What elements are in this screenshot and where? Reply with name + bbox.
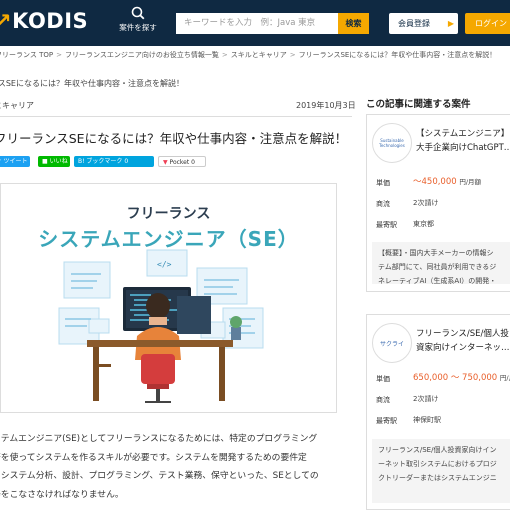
pocket-button[interactable]: ▼ Pocket 0 (158, 156, 206, 167)
register-button[interactable]: 会員登録 ▶ (389, 13, 458, 34)
breadcrumb-separator-icon: > (56, 51, 62, 59)
share-buttons: 🐦︎ ツイート ■ いいね B! ブックマーク 0 ▼ Pocket 0 (0, 156, 206, 167)
article-title: フリーランスSEになるには？年収や仕事内容・注意点を解説！ (0, 131, 348, 146)
page-subtitle: ランスSEになるには？年収や仕事内容・注意点を解説！ (0, 79, 184, 88)
job-detail-row: 最寄駅 神保町駅 (376, 416, 441, 425)
breadcrumb-separator-icon: > (221, 51, 228, 59)
chevron-right-icon: ▶ (447, 19, 454, 28)
svg-text:</>: </> (157, 260, 172, 269)
body-line: ステムエンジニア(SE)としてフリーランスになるためには、特定のプログラミング (0, 434, 318, 444)
tweet-button[interactable]: 🐦︎ ツイート (0, 156, 30, 167)
engineer-at-desk-illustration: </> (58, 249, 264, 403)
job-card[interactable]: Sustainable Technologies 【システムエンジニア】 大手企業… (366, 114, 510, 292)
job-price: 650,000 ～ 750,000 (413, 373, 498, 383)
company-logo: Sustainable Technologies (372, 123, 412, 163)
article-body: ステムエンジニア(SE)としてフリーランスになるためには、特定のプログラミング … (0, 430, 337, 504)
job-title[interactable]: フリーランス/SE/個人投 資家向けインターネッ… (416, 327, 510, 355)
company-logo: サクライ (372, 323, 412, 363)
job-description: フリーランス/SE/個人投資家向けイン ーネット取引システムにおけるプロジ クト… (372, 439, 510, 503)
job-detail-row: 商流 2次請け (376, 395, 439, 404)
site-logo[interactable]: ↗KODIS (0, 9, 88, 33)
related-jobs-heading: この記事に関連する案件 (366, 99, 471, 110)
line-icon: ■ (42, 158, 48, 165)
pocket-icon: ▼ (163, 159, 168, 166)
body-line: 語を使ってシステムを作るスキルが必要です。システムを開発するための要件定 (0, 452, 307, 463)
article-category[interactable]: とキャリア (0, 100, 34, 111)
twitter-icon: 🐦︎ (0, 158, 2, 165)
job-details: 単価650,000 ～ 750,000 円/月 商流2次請け 最寄駅神保町駅 (376, 371, 510, 434)
breadcrumb-item[interactable]: フリーランスエンジニア向けのお役立ち情報一覧 (65, 51, 219, 59)
login-button[interactable]: ログイン (465, 13, 510, 34)
breadcrumb-current: フリーランスSEになるには？年収や仕事内容・注意点を解説！ (298, 51, 497, 59)
hatena-bookmark-button[interactable]: B! ブックマーク 0 (74, 156, 154, 167)
site-header: ↗KODIS 案件を探す キーワードを入力 例：Java 東京 検索 会員登録 ▶… (0, 0, 510, 46)
job-details: 単価 ～450,000 円/月額 商流 2次請け 最寄駅 東京都 (376, 175, 510, 238)
breadcrumb-item[interactable]: スキルとキャリア (231, 51, 287, 59)
find-jobs-label: 案件を探す (119, 23, 157, 32)
article-date: 2019年10月3日 (296, 101, 356, 110)
search-input[interactable]: キーワードを入力 例：Java 東京 (176, 13, 338, 34)
body-line: 、システム分析、設計、プログラミング、テスト業務、保守といった、SEとしての (0, 471, 319, 481)
breadcrumb-separator-icon: > (289, 51, 296, 59)
search-icon (131, 6, 145, 20)
job-detail-row: 単価 ～450,000 円/月額 (376, 177, 482, 187)
divider (0, 116, 352, 117)
hatena-count: 0 (124, 158, 129, 165)
job-detail-row: 商流 2次請け (376, 199, 439, 208)
pocket-count: 0 (191, 159, 195, 166)
breadcrumb-item[interactable]: フリーランス TOP (0, 51, 53, 59)
job-card[interactable]: サクライ フリーランス/SE/個人投 資家向けインターネッ… 単価 650,000 … (366, 314, 510, 510)
find-jobs-button[interactable]: 案件を探す (118, 4, 158, 42)
job-detail-row: 最寄駅 東京都 (376, 220, 434, 229)
body-line: 務をこなさなければなりません。 (0, 489, 124, 500)
search-submit-button[interactable]: 検索 (338, 13, 369, 34)
job-price: ～450,000 (413, 177, 457, 187)
job-description: 【概要】・国内大手メーカーの情報シ テム部門にて、同社員が利用できるジ ネレーテ… (372, 242, 510, 284)
breadcrumb: ズフリーランス TOP>フリーランスエンジニア向けのお役立ち情報一覧>スキルとキ… (0, 50, 496, 60)
hero-image: フリーランス システムエンジニア（SE） </> (0, 183, 337, 413)
job-title[interactable]: 【システムエンジニア】 大手企業向けChatGPT… (416, 127, 510, 155)
job-detail-row: 単価650,000 ～ 750,000 円/月 (376, 373, 510, 383)
line-like-button[interactable]: ■ いいね (38, 156, 70, 167)
